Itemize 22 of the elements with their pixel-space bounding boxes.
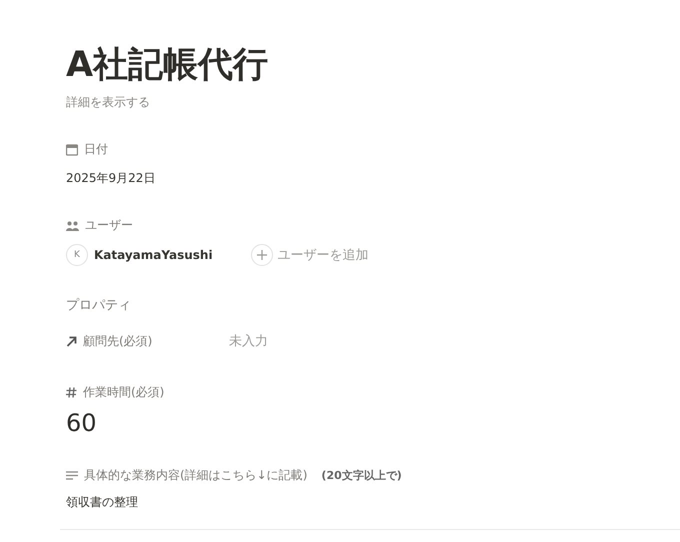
avatar: K <box>66 244 88 266</box>
field-note: (20文字以上で) <box>321 468 402 483</box>
text-value: 領収書の整理 <box>66 494 139 511</box>
date-value: 2025年9月22日 <box>66 170 156 187</box>
people-icon <box>66 220 79 230</box>
add-user-button[interactable]: ユーザーを追加 <box>250 244 369 266</box>
field-label: ユーザー <box>85 217 133 234</box>
arrow-icon <box>66 336 77 346</box>
number-value: 60 <box>66 409 98 437</box>
field-label: 具体的な業務内容(詳細はこちら↓に記載) <box>84 467 308 484</box>
section-heading: プロパティ <box>66 297 132 314</box>
page-title: A社記帳代行 <box>66 44 270 87</box>
details-link[interactable]: 詳細を表示する <box>66 94 150 111</box>
field-label: 作業時間(必須) <box>83 384 164 401</box>
plus-icon <box>256 250 267 260</box>
calendar-icon <box>66 144 78 156</box>
field-label: 日付 <box>84 141 108 158</box>
hash-icon <box>66 387 77 398</box>
user-name[interactable]: KatayamaYasushi <box>94 248 213 262</box>
text-lines-icon <box>66 471 78 480</box>
empty-value[interactable]: 未入力 <box>229 332 268 350</box>
field-label: 顧問先(必須) <box>83 332 154 350</box>
